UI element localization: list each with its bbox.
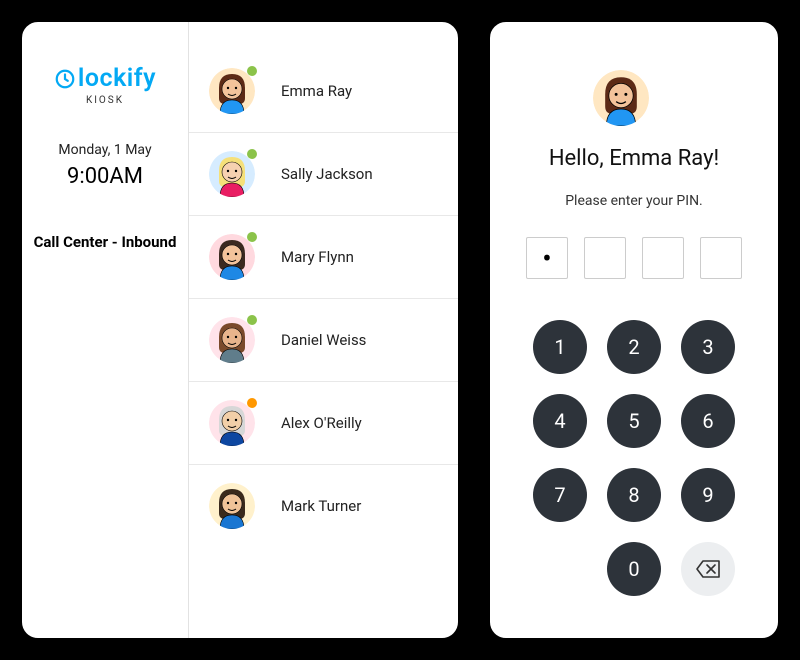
pin-instruction: Please enter your PIN. xyxy=(565,193,703,209)
brand-logo: lockify KIOSK xyxy=(54,64,156,106)
status-dot xyxy=(247,398,257,408)
avatar xyxy=(209,68,255,114)
member-row[interactable]: Daniel Weiss xyxy=(189,299,458,382)
kiosk-pin-screen: Hello, Emma Ray! Please enter your PIN. … xyxy=(478,10,790,650)
status-dot xyxy=(247,232,257,242)
keypad-key-2[interactable]: 2 xyxy=(607,320,661,374)
keypad-key-5[interactable]: 5 xyxy=(607,394,661,448)
kiosk-member-list-screen: lockify KIOSK Monday, 1 May 9:00AM Call … xyxy=(10,10,470,650)
keypad-key-6[interactable]: 6 xyxy=(681,394,735,448)
keypad-key-8[interactable]: 8 xyxy=(607,468,661,522)
member-name-label: Daniel Weiss xyxy=(281,331,366,349)
keypad-key-3[interactable]: 3 xyxy=(681,320,735,374)
avatar xyxy=(209,151,255,197)
pin-digit-box[interactable] xyxy=(700,237,742,279)
backspace-icon xyxy=(696,560,720,578)
clock-icon xyxy=(54,68,76,90)
member-name-label: Emma Ray xyxy=(281,82,352,100)
keypad-key-4[interactable]: 4 xyxy=(533,394,587,448)
keypad-key-7[interactable]: 7 xyxy=(533,468,587,522)
member-row[interactable]: Sally Jackson xyxy=(189,133,458,216)
status-dot xyxy=(247,66,257,76)
greeting-text: Hello, Emma Ray! xyxy=(549,146,719,171)
department-name: Call Center - Inbound xyxy=(22,233,188,251)
keypad-key-9[interactable]: 9 xyxy=(681,468,735,522)
member-name-label: Sally Jackson xyxy=(281,165,373,183)
brand-subtitle: KIOSK xyxy=(86,95,124,106)
avatar xyxy=(209,483,255,529)
pin-keypad: 123 456 7890 xyxy=(530,317,738,599)
member-row[interactable]: Mary Flynn xyxy=(189,216,458,299)
avatar xyxy=(209,400,255,446)
avatar xyxy=(593,70,649,126)
current-time: 9:00AM xyxy=(58,164,151,189)
avatar xyxy=(209,317,255,363)
datetime-block: Monday, 1 May 9:00AM xyxy=(58,142,151,189)
status-dot xyxy=(247,149,257,159)
member-row[interactable]: Alex O'Reilly xyxy=(189,382,458,465)
pin-input-row: • xyxy=(526,237,742,279)
brand-name: lockify xyxy=(78,64,156,93)
pin-digit-box[interactable] xyxy=(584,237,626,279)
sidebar: lockify KIOSK Monday, 1 May 9:00AM Call … xyxy=(22,22,188,638)
keypad-key-1[interactable]: 1 xyxy=(533,320,587,374)
member-name-label: Alex O'Reilly xyxy=(281,414,362,432)
member-row[interactable]: Mark Turner xyxy=(189,465,458,547)
member-name-label: Mary Flynn xyxy=(281,248,354,266)
avatar xyxy=(209,234,255,280)
pin-digit-box[interactable] xyxy=(642,237,684,279)
member-name-label: Mark Turner xyxy=(281,497,361,515)
pin-digit-box[interactable]: • xyxy=(526,237,568,279)
member-row[interactable]: Emma Ray xyxy=(189,50,458,133)
current-date: Monday, 1 May xyxy=(58,142,151,158)
selected-member-avatar xyxy=(593,70,649,126)
status-dot xyxy=(247,315,257,325)
keypad-delete-button[interactable] xyxy=(681,542,735,596)
keypad-key-0[interactable]: 0 xyxy=(607,542,661,596)
member-list: Emma Ray Sally Jackson Mary Flynn Daniel… xyxy=(188,22,458,638)
